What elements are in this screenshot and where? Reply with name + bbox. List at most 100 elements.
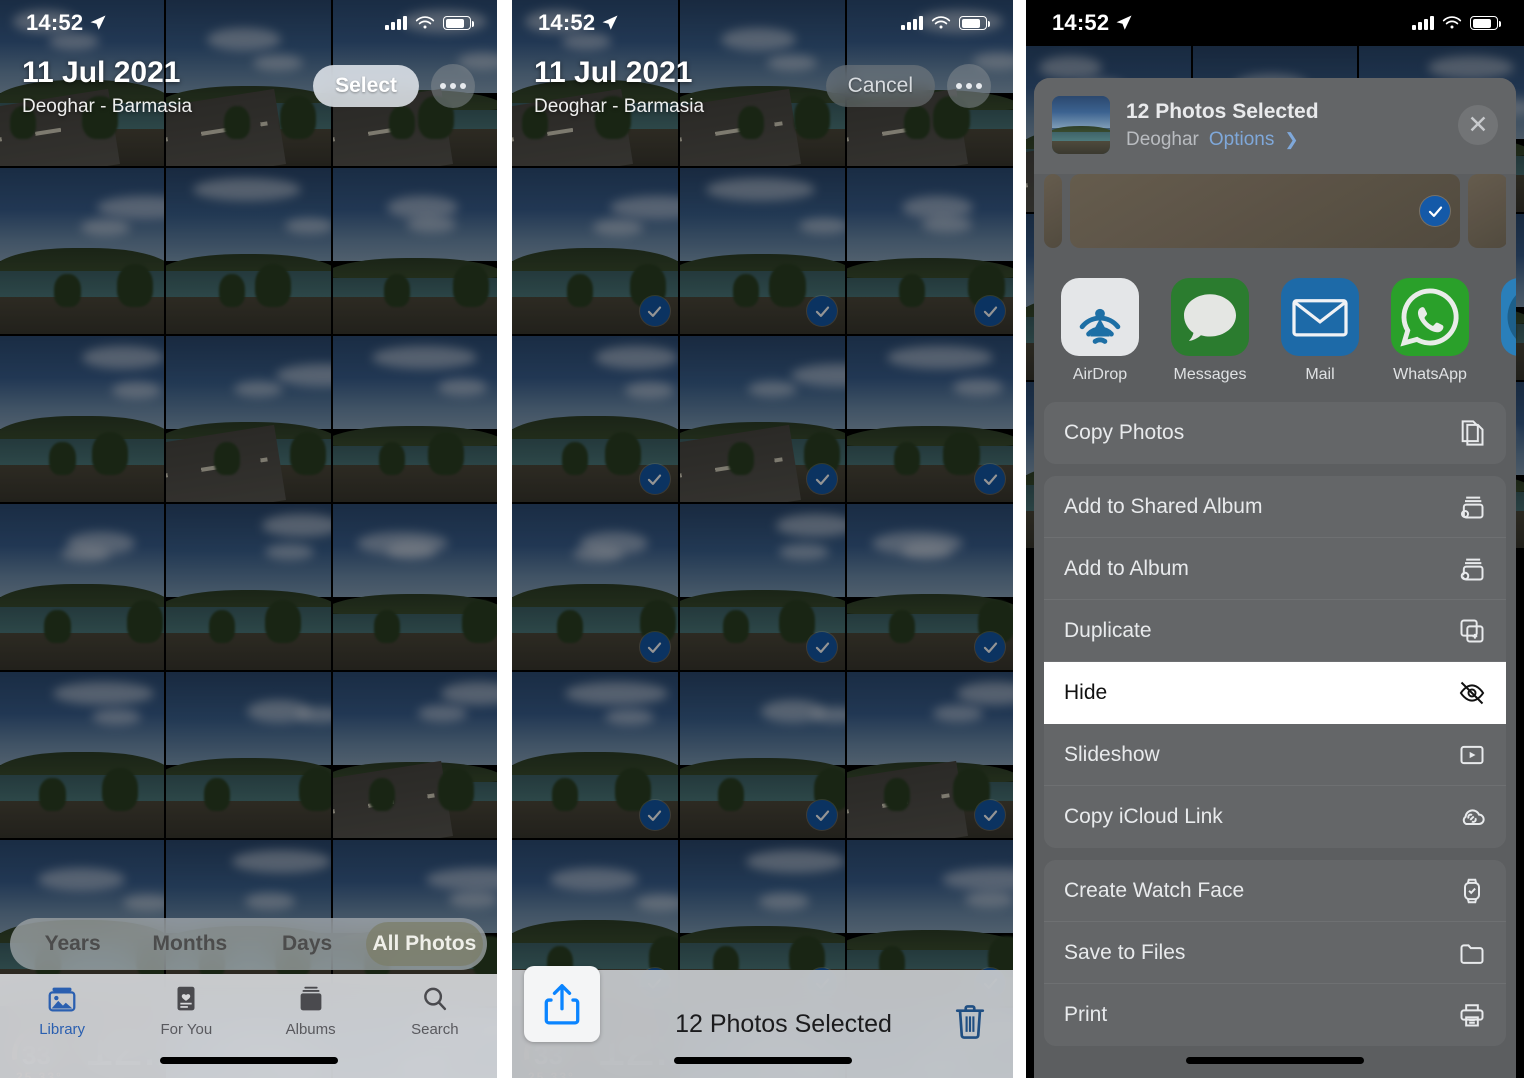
status-time: 14:52 [1052, 10, 1110, 35]
status-bar-right [1412, 15, 1501, 31]
home-indicator [159, 1057, 338, 1064]
share-sheet: 12 Photos Selected Deoghar Options ❯ ✕ A… [1034, 78, 1516, 1078]
telegram-icon [1501, 278, 1516, 356]
status-bar-right [901, 15, 990, 31]
timeline-segmented-control[interactable]: Years Months Days All Photos [10, 918, 487, 970]
status-time: 14:52 [538, 10, 596, 35]
panel-share-sheet: 14:52 12 Photos Selected Deoghar Options [1026, 0, 1524, 1078]
location-arrow-icon [602, 15, 618, 30]
cellular-icon [1412, 16, 1434, 30]
wifi-icon [415, 15, 435, 28]
action-row-hide[interactable]: Hide [1044, 662, 1506, 724]
action-row-label: Copy Photos [1064, 421, 1185, 444]
strip-thumbnail[interactable] [1044, 174, 1062, 248]
action-row-slideshow[interactable]: Slideshow [1044, 724, 1506, 786]
share-app-te[interactable]: Te [1496, 278, 1516, 384]
share-button[interactable] [524, 966, 600, 1042]
watch-icon [1464, 878, 1480, 903]
duplicate-icon [1460, 619, 1484, 642]
action-row-add-to-album[interactable]: Add to Album [1044, 538, 1506, 600]
wifi-icon [1442, 15, 1462, 28]
battery-icon [443, 16, 474, 30]
tab-for-you-label: For You [160, 1021, 213, 1038]
action-row-save-to-files[interactable]: Save to Files [1044, 922, 1506, 984]
share-action-list: Copy Photos Add to Shared Album Add to Alb… [1034, 402, 1516, 1058]
strip-thumbnail[interactable] [1070, 174, 1460, 248]
status-bar-left: 14:52 [538, 10, 619, 36]
checkmark-icon [1428, 205, 1442, 217]
action-row-label: Add to Shared Album [1064, 494, 1263, 518]
status-bar-left: 14:52 [26, 10, 107, 36]
share-sheet-header-text: 12 Photos Selected Deoghar Options ❯ [1126, 100, 1442, 151]
share-icon [544, 984, 580, 1025]
panel-dim-overlay [512, 0, 1013, 1078]
photos-header: 11 Jul 2021 Deoghar - Barmasia Select [0, 46, 497, 146]
action-row-create-watch-face[interactable]: Create Watch Face [1044, 860, 1506, 922]
tab-library[interactable]: Library [0, 984, 124, 1038]
action-row-label: Create Watch Face [1064, 878, 1245, 902]
share-app-messages[interactable]: Messages [1166, 278, 1254, 384]
photos-header-titles: 11 Jul 2021 Deoghar - Barmasia [534, 56, 704, 118]
chevron-right-icon: ❯ [1284, 129, 1299, 149]
home-indicator [673, 1057, 852, 1064]
status-bar: 14:52 [512, 0, 1013, 46]
action-row-duplicate[interactable]: Duplicate [1044, 600, 1506, 662]
delete-button[interactable] [953, 1002, 987, 1047]
action-group: Add to Shared Album Add to Album Duplicate… [1044, 476, 1506, 848]
icloud-link-icon [1462, 809, 1485, 825]
panel-photos-library: FRI 163325 33°12:23Don't let doubtexting… [0, 0, 497, 1078]
tab-albums[interactable]: Albums [249, 984, 373, 1038]
tab-albums-label: Albums [285, 1021, 336, 1038]
more-options-button[interactable] [431, 64, 475, 108]
location-arrow-icon [1116, 15, 1132, 30]
battery-icon [959, 16, 990, 30]
segment-days[interactable]: Days [249, 922, 366, 966]
action-row-label: Add to Album [1064, 556, 1189, 580]
cancel-button[interactable]: Cancel [825, 65, 935, 107]
photos-header-titles: 11 Jul 2021 Deoghar - Barmasia [22, 56, 192, 118]
tab-search[interactable]: Search [373, 984, 497, 1038]
wifi-icon [931, 15, 951, 28]
action-row-copy-photos[interactable]: Copy Photos [1044, 402, 1506, 464]
cellular-icon [385, 16, 407, 30]
action-row-label: Slideshow [1064, 742, 1160, 766]
trash-icon [955, 1004, 985, 1039]
share-app-label: WhatsApp [1393, 366, 1467, 383]
share-sheet-location: Deoghar [1126, 128, 1199, 150]
eye-slash-icon [1459, 681, 1485, 704]
tab-library-label: Library [39, 1021, 86, 1038]
segment-all-photos[interactable]: All Photos [365, 922, 483, 966]
status-bar: 14:52 [1026, 0, 1524, 46]
more-options-button[interactable] [947, 64, 991, 108]
share-app-mail[interactable]: Mail [1276, 278, 1364, 384]
action-row-print[interactable]: Print [1044, 984, 1506, 1046]
action-row-label: Save to Files [1064, 940, 1186, 964]
battery-icon [1470, 16, 1501, 30]
share-options-button[interactable]: Options [1209, 129, 1274, 151]
selection-check-badge[interactable] [1420, 196, 1450, 226]
messages-icon [1171, 278, 1249, 356]
printer-icon [1460, 1004, 1484, 1027]
segment-years[interactable]: Years [14, 922, 131, 966]
add-album-icon [1460, 558, 1484, 580]
photos-header: 11 Jul 2021 Deoghar - Barmasia Cancel [512, 46, 1013, 146]
location-arrow-icon [90, 15, 106, 30]
share-app-whatsapp[interactable]: WhatsApp [1386, 278, 1474, 384]
share-app-airdrop[interactable]: AirDrop [1056, 278, 1144, 384]
segment-months[interactable]: Months [131, 922, 248, 966]
action-row-copy-icloud-link[interactable]: Copy iCloud Link [1044, 786, 1506, 848]
tab-for-you[interactable]: For You [124, 984, 248, 1038]
slideshow-icon [1460, 745, 1484, 764]
strip-thumbnail[interactable] [1468, 174, 1506, 248]
action-row-label: Print [1064, 1003, 1108, 1026]
close-button[interactable]: ✕ [1458, 105, 1498, 145]
action-row-add-to-shared-album[interactable]: Add to Shared Album [1044, 476, 1506, 538]
photo-location: Deoghar - Barmasia [534, 96, 705, 117]
photos-header-actions: Select [313, 64, 475, 108]
whatsapp-icon [1391, 278, 1469, 356]
select-button[interactable]: Select [313, 65, 419, 107]
status-bar: 14:52 [0, 0, 497, 46]
share-sheet-title: 12 Photos Selected [1126, 99, 1319, 123]
panel-photos-selection: FRI 163325 33°12:23Don't let doubtexting… [512, 0, 1013, 1078]
albums-icon [300, 986, 322, 1011]
